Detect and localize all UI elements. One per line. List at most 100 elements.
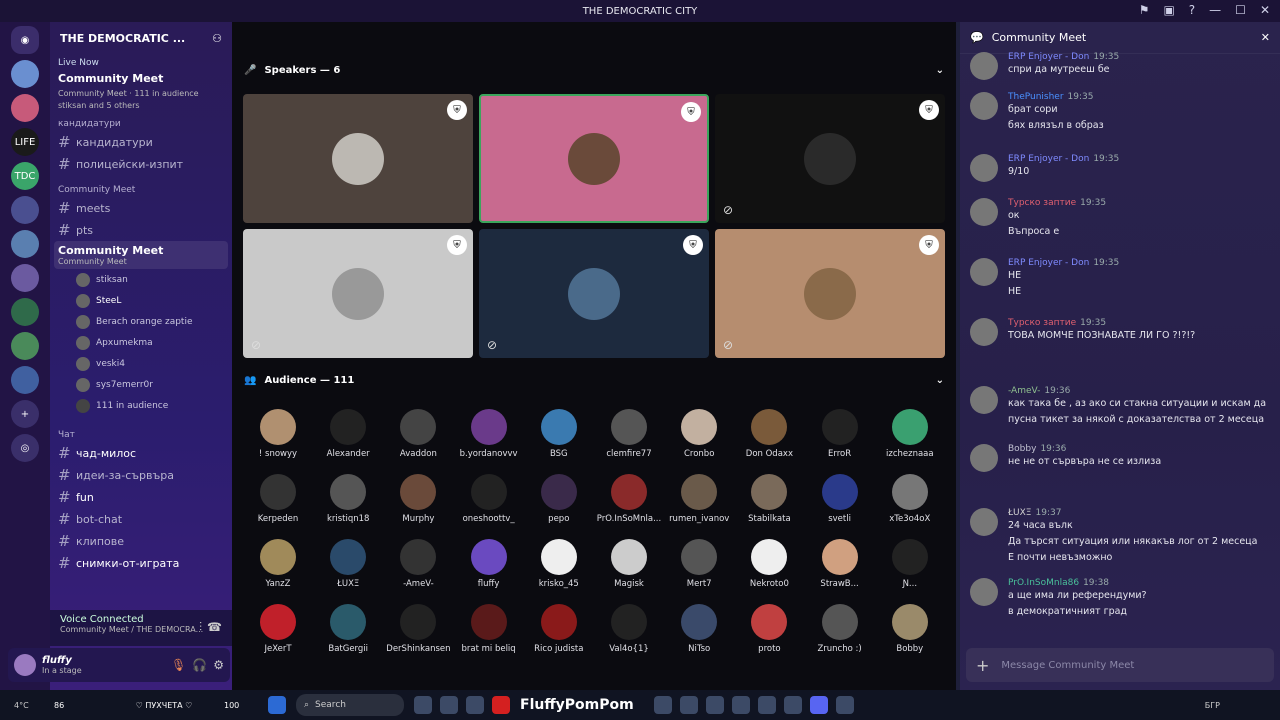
flag-icon[interactable]: ⚑	[1139, 3, 1150, 17]
channel-candidates[interactable]: # кандидатури	[50, 131, 232, 153]
server-icon[interactable]	[11, 196, 39, 224]
voice-location[interactable]: Community Meet / THE DEMOCRA...	[60, 625, 222, 634]
app-icon[interactable]	[466, 696, 484, 714]
category-community-meet[interactable]: Community Meet	[50, 179, 232, 197]
audience-member[interactable]: Kerpeden	[243, 474, 313, 524]
chat-message[interactable]: Турско заптие 19:35 ок Въпроса е	[970, 198, 1270, 240]
opera-icon[interactable]	[731, 696, 750, 714]
audience-member[interactable]: ŁUXΞ	[313, 539, 383, 589]
audience-member[interactable]: NiTso	[664, 604, 734, 654]
app-icon[interactable]	[653, 696, 672, 714]
audience-member[interactable]: Bobby	[875, 604, 945, 654]
stage-user[interactable]: Архumekma	[50, 332, 232, 353]
audience-member[interactable]: b.yordanovvv	[454, 409, 524, 459]
headphones-icon[interactable]: 🎧	[192, 658, 207, 672]
audience-member[interactable]: Rico judista	[524, 604, 594, 654]
audience-member[interactable]: Val4o{1}	[594, 604, 664, 654]
audience-member[interactable]: StrawB...	[805, 539, 875, 589]
audience-member[interactable]: pepo	[524, 474, 594, 524]
server-icon[interactable]	[11, 366, 39, 394]
audience-member[interactable]: ! snowyy	[243, 409, 313, 459]
stage-user[interactable]: veski4	[50, 353, 232, 374]
server-icon[interactable]	[11, 230, 39, 258]
author-name[interactable]: -AmeV-	[1008, 386, 1040, 396]
stage-user[interactable]: sys7emerr0r	[50, 374, 232, 395]
windows-start-icon[interactable]	[268, 696, 286, 714]
audience-member[interactable]: -AmeV-	[383, 539, 453, 589]
channel-chat[interactable]: # чад-милос	[50, 442, 232, 464]
channel-chat[interactable]: # bot-chat	[50, 508, 232, 530]
channel-police-exam[interactable]: # полицейски-изпит	[50, 153, 232, 175]
audience-count[interactable]: 111 in audience	[50, 395, 232, 416]
category-candidates[interactable]: кандидатури	[50, 113, 232, 131]
audience-member[interactable]: svetli	[805, 474, 875, 524]
app-icon[interactable]	[705, 696, 724, 714]
close-icon[interactable]: ✕	[1261, 31, 1270, 44]
stage-user[interactable]: SteeL	[50, 290, 232, 311]
add-server-icon[interactable]: +	[11, 400, 39, 428]
chevron-down-icon[interactable]: ⌄	[936, 375, 944, 386]
server-icon[interactable]	[11, 94, 39, 122]
chrome-icon[interactable]	[783, 696, 802, 714]
mic-muted-icon[interactable]: 🎙	[171, 658, 186, 672]
server-icon[interactable]	[11, 264, 39, 292]
chat-message[interactable]: ERP Enjoyer - Don 19:35 спри да мутрееш бе	[970, 52, 1270, 80]
stage-user[interactable]: Berach orange zaptie	[50, 311, 232, 332]
explore-icon[interactable]: ◎	[11, 434, 39, 462]
audience-member[interactable]: Magisk	[594, 539, 664, 589]
avatar[interactable]	[970, 154, 998, 182]
guild-header[interactable]: THE DEMOCRATIC ... ⚇	[50, 22, 232, 54]
live-stage-card[interactable]: Live Now Community Meet Community Meet ·…	[58, 58, 224, 110]
chat-message[interactable]: Турско заптие 19:35 ТОВА МОМЧЕ ПОЗНАВАТЕ Л…	[970, 318, 1270, 346]
chat-message[interactable]: PrO.InSoMnla86 19:38 а ще има ли референду…	[970, 578, 1270, 620]
avatar[interactable]	[970, 578, 998, 606]
author-name[interactable]: PrO.InSoMnla86	[1008, 578, 1079, 588]
audience-header[interactable]: 👥 Audience — 111 ⌄	[232, 370, 956, 390]
category-chat[interactable]: Чат	[50, 424, 232, 442]
minimize-icon[interactable]: —	[1209, 3, 1221, 17]
language-indicator[interactable]: БГР	[1205, 701, 1220, 710]
audience-member[interactable]: YanzZ	[243, 539, 313, 589]
server-icon[interactable]: LIFE	[11, 128, 39, 156]
channel-community-meet-stage[interactable]: Community Meet Community Meet	[54, 241, 228, 269]
settings-icon[interactable]: ⚙	[213, 658, 224, 672]
chat-message[interactable]: ŁUXΞ 19:37 24 часа вълк Да търсят ситуация …	[970, 508, 1270, 566]
speakers-header[interactable]: 🎤 Speakers — 6 ⌄	[232, 60, 956, 80]
channel-meets[interactable]: # meets	[50, 197, 232, 219]
audience-member[interactable]: krisko_45	[524, 539, 594, 589]
speaker-tile[interactable]: ⛨	[243, 94, 473, 223]
audience-member[interactable]: DerShinkansen	[383, 604, 453, 654]
channel-chat[interactable]: # снимки-от-играта	[50, 552, 232, 574]
taskbar-search[interactable]: ⌕ Search	[296, 694, 404, 716]
speaker-tile[interactable]: ⛨ ⊘	[479, 229, 709, 358]
stage-user[interactable]: stiksan	[50, 269, 232, 290]
chat-message[interactable]: ERP Enjoyer - Don 19:35 НЕ НЕ	[970, 258, 1270, 300]
audience-member[interactable]: Ɲ...	[875, 539, 945, 589]
chat-message[interactable]: Bobby 19:36 не не от сървъра не се излиза	[970, 444, 1270, 472]
chat-message[interactable]: ERP Enjoyer - Don 19:35 9/10	[970, 154, 1270, 182]
disconnect-icon[interactable]: ☎	[207, 620, 222, 634]
app-icon[interactable]	[440, 696, 458, 714]
avatar[interactable]	[970, 52, 998, 80]
audience-member[interactable]: JeXerT	[243, 604, 313, 654]
audience-member[interactable]: Avaddon	[383, 409, 453, 459]
audience-member[interactable]: BatGergii	[313, 604, 383, 654]
app-icon[interactable]	[414, 696, 432, 714]
audience-member[interactable]: izcheznaaa	[875, 409, 945, 459]
audience-member[interactable]: Don Odaxx	[734, 409, 804, 459]
author-name[interactable]: ŁUXΞ	[1008, 508, 1032, 518]
audience-member[interactable]: proto	[734, 604, 804, 654]
channel-chat[interactable]: # fun	[50, 486, 232, 508]
avatar[interactable]	[970, 198, 998, 226]
audience-member[interactable]: brat mi beliq	[454, 604, 524, 654]
audience-member[interactable]: Alexander	[313, 409, 383, 459]
author-name[interactable]: Турско заптие	[1008, 318, 1076, 328]
avatar[interactable]	[970, 258, 998, 286]
audience-member[interactable]: Mert7	[664, 539, 734, 589]
steam-icon[interactable]	[679, 696, 698, 714]
avatar[interactable]	[970, 386, 998, 414]
author-name[interactable]: Турско заптие	[1008, 198, 1076, 208]
author-name[interactable]: Bobby	[1008, 444, 1036, 454]
add-member-icon[interactable]: ⚇	[212, 32, 222, 45]
audience-member[interactable]: kristiqn18	[313, 474, 383, 524]
